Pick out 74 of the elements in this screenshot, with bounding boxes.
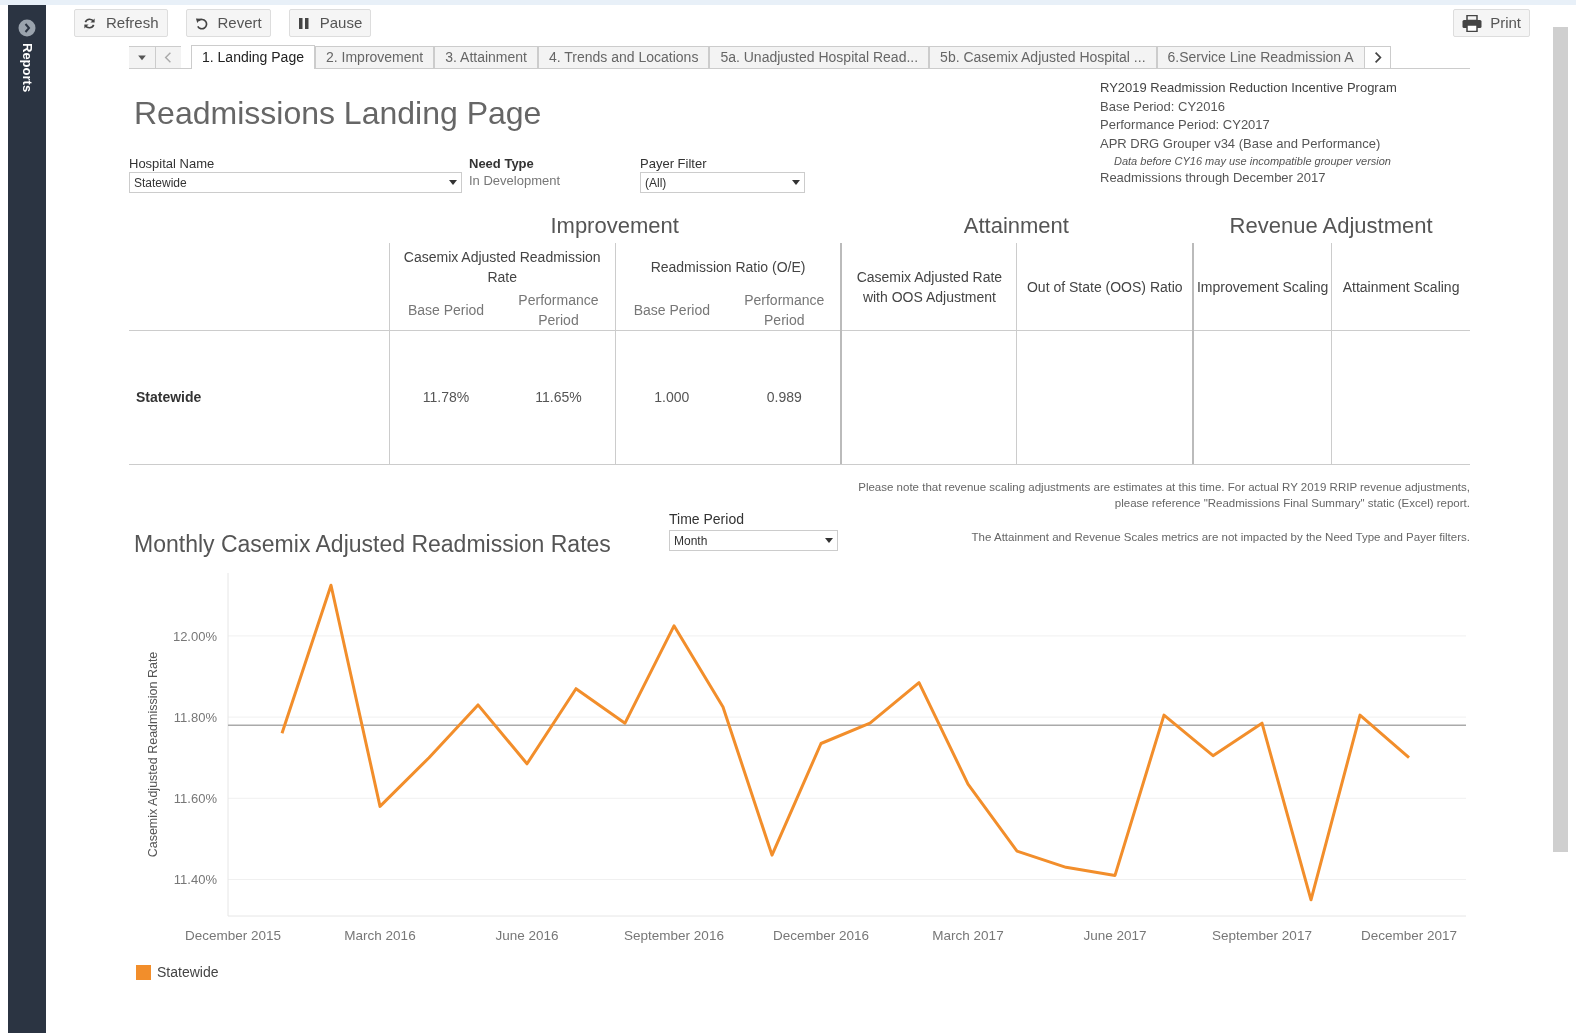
x-tick-label: December 2017 (1360, 927, 1458, 943)
x-tick-label: March 2016 (344, 927, 416, 943)
tab[interactable]: 5b. Casemix Adjusted Hospital ... (929, 46, 1157, 68)
caret-down-icon (449, 180, 457, 185)
row-label: Statewide (136, 388, 203, 407)
group-heading: Revenue Adjustment (1228, 211, 1434, 240)
note-text: The Attainment and Revenue Scales metrics are not impacted by the Need Type and Payer filters. (970, 530, 1470, 545)
filter-label: Need Type (469, 155, 535, 172)
y-tick-label: 12.00% (172, 628, 217, 644)
x-tick-label: December 2015 (184, 927, 282, 943)
tab[interactable]: 1. Landing Page (191, 45, 315, 69)
info-text: Performance Period: CY2017 (1100, 116, 1271, 134)
info-text: Base Period: CY2016 (1100, 97, 1227, 116)
refresh-icon (83, 16, 96, 30)
y-tick-label: 11.40% (173, 871, 217, 887)
info-text: RY2019 Readmission Reduction Incentive Program (1100, 79, 1398, 97)
group-heading: Improvement (549, 211, 680, 240)
note-text: Please note that revenue scaling adjustments are estimates at this time. For actual RY 2019 RRIP revenue adjustments, please reference "Readmissions Final Summary" static (Excel) report. (857, 480, 1470, 511)
chart-title: Monthly Casemix Adjusted Readmission Rates (134, 530, 612, 559)
tab[interactable]: 5a. Unadjusted Hospital Read... (709, 46, 930, 68)
subcolumn-header: Base Period (632, 301, 711, 320)
tab[interactable]: 6.Service Line Readmission A (1156, 46, 1365, 68)
chevron-circle-icon[interactable] (18, 19, 36, 37)
info-text: APR DRG Grouper v34 (Base and Performance) (1100, 134, 1382, 153)
x-tick-label: September 2017 (1212, 927, 1312, 943)
column-header: Readmission Ratio (O/E) (649, 257, 807, 277)
x-tick-label: June 2016 (495, 927, 559, 943)
caret-down-icon (825, 538, 833, 543)
column-header: Out of State (OOS) Ratio (1025, 277, 1184, 297)
y-tick-label: 11.80% (173, 709, 217, 725)
column-header: Improvement Scaling (1195, 277, 1330, 297)
filter-value: In Development (469, 172, 562, 189)
tab[interactable]: 3. Attainment (434, 46, 538, 68)
legend-label: Statewide (157, 962, 219, 982)
filter-dropdown[interactable]: (All) (640, 172, 805, 193)
group-heading: Attainment (962, 211, 1070, 240)
table-cell-text: 0.989 (766, 388, 802, 407)
table-cell-text: 11.65% (535, 388, 582, 407)
subcolumn-header: Performance Period (517, 291, 600, 330)
pause-icon (297, 16, 310, 30)
pause-button[interactable]: Pause (288, 9, 372, 37)
y-tick-label: 11.60% (173, 790, 217, 806)
scrollbar[interactable] (1553, 27, 1568, 852)
info-text: Readmissions through December 2017 (1100, 169, 1327, 187)
filter-label: Hospital Name (129, 155, 216, 172)
table-cell-text: 11.78% (422, 388, 470, 407)
caret-down-icon[interactable] (129, 46, 155, 68)
tab[interactable]: 4. Trends and Locations (537, 46, 710, 68)
column-header: Attainment Scaling (1341, 277, 1461, 297)
chevron-right-icon[interactable] (1364, 46, 1391, 68)
filter-label: Time Period (669, 510, 745, 529)
x-tick-label: December 2016 (772, 927, 870, 943)
filter-label: Payer Filter (640, 155, 708, 172)
sidebar-label[interactable]: Reports (17, 43, 37, 93)
tab[interactable]: 2. Improvement (315, 46, 435, 68)
info-text: Data before CY16 may use incompatible grouper version (1113, 154, 1392, 169)
x-tick-label: June 2017 (1083, 927, 1147, 943)
time-period-dropdown[interactable]: Month (669, 530, 838, 551)
x-tick-label: March 2017 (932, 927, 1004, 943)
y-axis-title: Casemix Adjusted Readmission Rate (146, 651, 160, 857)
print-button[interactable]: Print (1453, 9, 1530, 37)
subcolumn-header: Base Period (406, 301, 486, 320)
printer-icon (1462, 14, 1483, 32)
filter-dropdown[interactable]: Statewide (129, 172, 462, 193)
page-title: Readmissions Landing Page (134, 94, 543, 133)
x-tick-label: September 2016 (624, 927, 724, 943)
caret-down-icon (792, 180, 800, 185)
column-header: Casemix Adjusted Readmission Rate (402, 247, 602, 287)
revert-button[interactable]: Revert (185, 9, 271, 37)
refresh-button[interactable]: Refresh (74, 9, 168, 37)
column-header: Casemix Adjusted Rate with OOS Adjustment (855, 267, 1004, 307)
subcolumn-header: Performance Period (743, 291, 826, 330)
undo-icon (194, 16, 208, 30)
table-cell-text: 1.000 (654, 388, 690, 407)
